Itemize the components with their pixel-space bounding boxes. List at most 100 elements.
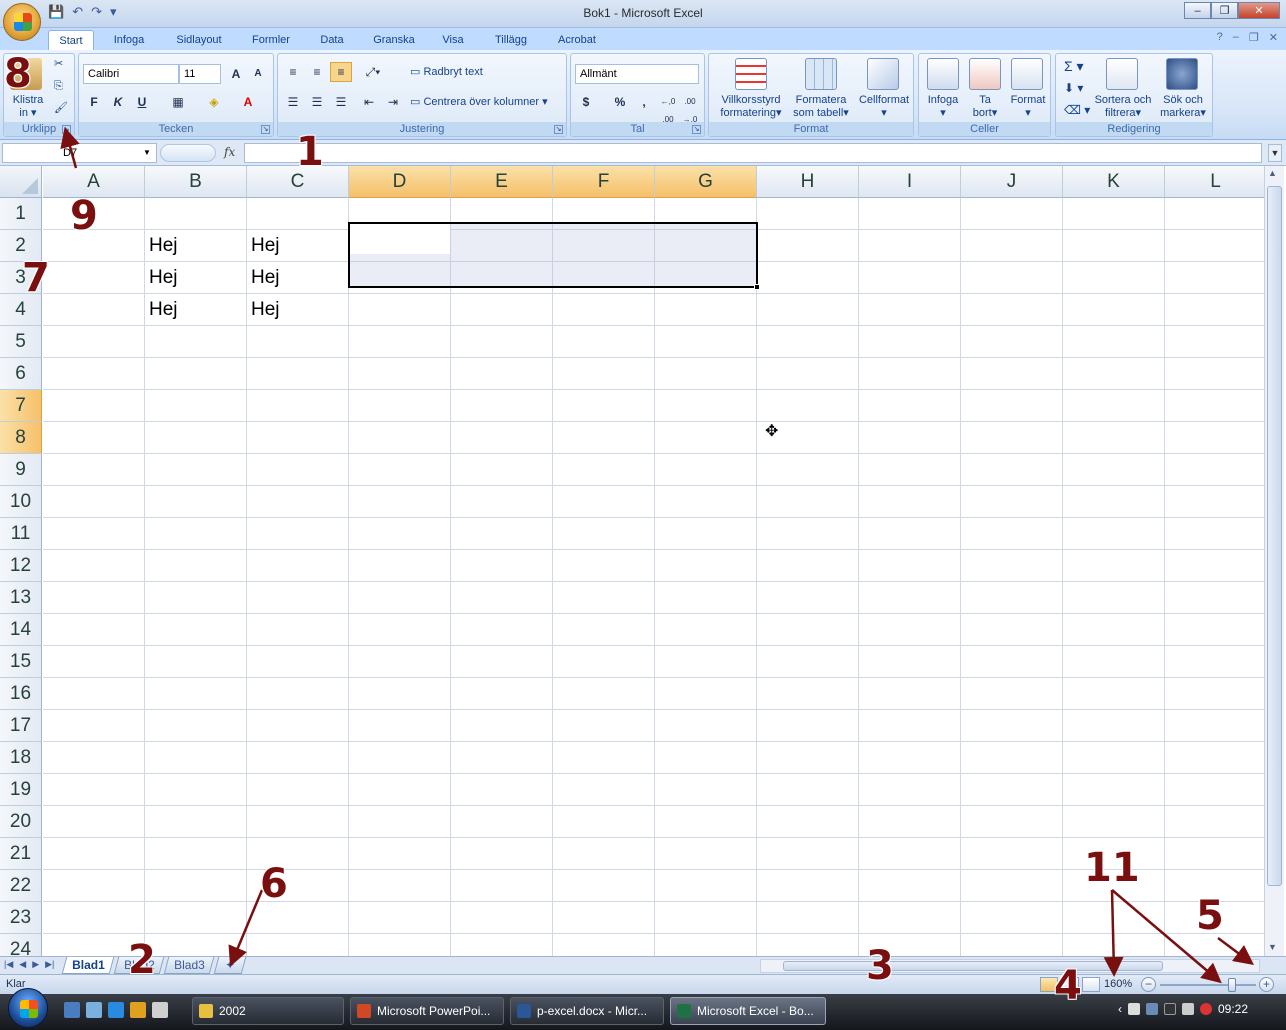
font-size-select[interactable]: 11 (179, 64, 221, 84)
row-header-8[interactable]: 8 (0, 422, 42, 454)
column-header-d[interactable]: D (349, 166, 451, 198)
align-left-icon[interactable]: ☰ (282, 92, 304, 112)
sort-filter-button[interactable]: Sortera och filtrera▾ (1090, 94, 1156, 120)
formula-input[interactable] (244, 143, 1262, 163)
find-select-icon[interactable] (1166, 58, 1198, 90)
tab-sidlayout[interactable]: Sidlayout (164, 30, 234, 50)
cut-icon[interactable]: ✂ (54, 58, 63, 71)
row-header-24[interactable]: 24 (0, 934, 42, 958)
row-header-11[interactable]: 11 (0, 518, 42, 550)
tab-tillagg[interactable]: Tillägg (482, 30, 540, 50)
zoom-slider-thumb[interactable] (1228, 978, 1236, 992)
show-desktop-icon[interactable] (64, 1002, 80, 1018)
comma-button[interactable]: , (633, 92, 655, 112)
row-header-23[interactable]: 23 (0, 902, 42, 934)
underline-button[interactable]: U (131, 92, 153, 112)
office-button[interactable] (3, 3, 41, 41)
cell-styles-button[interactable]: Cellformat ▾ (855, 94, 913, 120)
increase-decimal-button[interactable]: ←,0 .00 (657, 92, 679, 124)
help-icon[interactable]: ? (1217, 31, 1223, 44)
tray-expand-icon[interactable]: ‹ (1118, 1002, 1122, 1016)
format-as-table-icon[interactable] (805, 58, 837, 90)
ribbon-restore-icon[interactable]: ❐ (1249, 31, 1259, 44)
row-header-17[interactable]: 17 (0, 710, 42, 742)
tab-start[interactable]: Start (48, 30, 94, 50)
shrink-font-button[interactable]: A (247, 64, 269, 84)
tab-formler[interactable]: Formler (240, 30, 302, 50)
volume-muted-icon[interactable] (1200, 1003, 1212, 1015)
next-sheet-icon[interactable]: ▶ (32, 959, 39, 970)
align-center-icon[interactable]: ☰ (306, 92, 328, 112)
row-header-21[interactable]: 21 (0, 838, 42, 870)
row-header-14[interactable]: 14 (0, 614, 42, 646)
zoom-in-button[interactable]: + (1259, 977, 1274, 992)
prev-sheet-icon[interactable]: ◀ (19, 959, 26, 970)
vertical-scroll-thumb[interactable] (1267, 186, 1282, 886)
quick-launch-misc-icon[interactable] (152, 1002, 168, 1018)
tab-visa[interactable]: Visa (432, 30, 474, 50)
insert-cells-button[interactable]: Infoga ▾ (921, 94, 965, 120)
horizontal-scroll-thumb[interactable] (783, 961, 1163, 971)
row-header-6[interactable]: 6 (0, 358, 42, 390)
align-top-icon[interactable]: ≡ (282, 62, 304, 82)
conditional-formatting-icon[interactable] (735, 58, 767, 90)
decrease-decimal-button[interactable]: .00 →,0 (679, 92, 701, 124)
align-middle-icon[interactable]: ≡ (306, 62, 328, 82)
row-header-18[interactable]: 18 (0, 742, 42, 774)
fill-icon[interactable]: ⬇ ▾ (1064, 82, 1083, 95)
delete-cells-button[interactable]: Ta bort▾ (967, 94, 1003, 120)
tray-icon-2[interactable] (1146, 1003, 1158, 1015)
network-icon[interactable] (1182, 1003, 1194, 1015)
cell-b2[interactable]: Hej (145, 230, 178, 262)
cell-c2[interactable]: Hej (247, 230, 280, 262)
format-cells-button[interactable]: Format ▾ (1007, 94, 1049, 120)
cell-b3[interactable]: Hej (145, 262, 178, 294)
switch-windows-icon[interactable] (86, 1002, 102, 1018)
start-button[interactable] (8, 988, 48, 1028)
column-header-g[interactable]: G (655, 166, 757, 198)
column-header-h[interactable]: H (757, 166, 859, 198)
autosum-button[interactable]: Σ ▾ (1064, 59, 1084, 73)
insert-cells-icon[interactable] (927, 58, 959, 90)
row-header-7[interactable]: 7 (0, 390, 42, 422)
borders-icon[interactable]: ▦ (167, 92, 189, 112)
vertical-scrollbar[interactable]: ▲ ▼ (1264, 166, 1284, 958)
tab-data[interactable]: Data (308, 30, 356, 50)
cell-b4[interactable]: Hej (145, 294, 178, 326)
column-header-e[interactable]: E (451, 166, 553, 198)
minimize-button[interactable]: – (1184, 2, 1211, 19)
name-box[interactable]: D7 (2, 143, 157, 163)
sort-filter-icon[interactable] (1106, 58, 1138, 90)
decrease-indent-icon[interactable]: ⇤ (358, 92, 380, 112)
insert-function-icon[interactable]: fx (224, 145, 235, 159)
sheet-tab-blad1[interactable]: Blad1 (61, 957, 115, 974)
select-all-button[interactable] (0, 166, 42, 198)
insert-sheet-button[interactable]: ✦ (213, 957, 247, 974)
taskbar-item-powerpoint[interactable]: Microsoft PowerPoi... (350, 997, 504, 1025)
urklipp-launcher-icon[interactable]: ↘ (62, 125, 71, 134)
wrap-text-button[interactable]: ▭ Radbryt text (410, 66, 483, 79)
row-header-19[interactable]: 19 (0, 774, 42, 806)
row-header-1[interactable]: 1 (0, 198, 42, 230)
ribbon-minimize-icon[interactable]: – (1233, 31, 1239, 44)
clear-icon[interactable]: ⌫ ▾ (1064, 104, 1090, 117)
increase-indent-icon[interactable]: ⇥ (382, 92, 404, 112)
row-header-13[interactable]: 13 (0, 582, 42, 614)
font-name-select[interactable]: Calibri (83, 64, 179, 84)
row-header-20[interactable]: 20 (0, 806, 42, 838)
justering-launcher-icon[interactable]: ↘ (554, 125, 563, 134)
zoom-slider-track[interactable] (1160, 984, 1256, 986)
column-header-j[interactable]: J (961, 166, 1063, 198)
page-break-view-icon[interactable] (1082, 977, 1100, 992)
bold-button[interactable]: F (83, 92, 105, 112)
tab-infoga[interactable]: Infoga (100, 30, 158, 50)
find-select-button[interactable]: Sök och markera▾ (1156, 94, 1210, 120)
scroll-down-icon[interactable]: ▼ (1268, 942, 1277, 952)
cells-area[interactable] (43, 198, 1264, 958)
format-painter-icon[interactable]: 🖌 (54, 102, 68, 115)
zoom-out-button[interactable]: − (1141, 977, 1156, 992)
first-sheet-icon[interactable]: |◀ (4, 959, 13, 970)
sheet-tab-blad3[interactable]: Blad3 (163, 957, 215, 974)
tab-acrobat[interactable]: Acrobat (546, 30, 608, 50)
column-header-i[interactable]: I (859, 166, 961, 198)
